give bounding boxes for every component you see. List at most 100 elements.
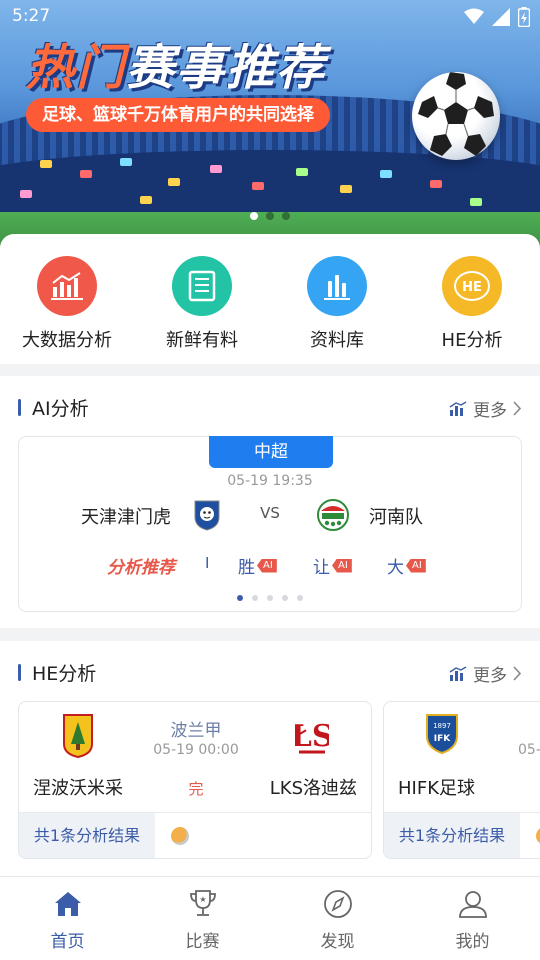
bottom-tab-bar: 首页 ★ 比赛 发现 我的 (0, 876, 540, 960)
chevron-right-icon (513, 401, 522, 416)
status-time: 5:27 (12, 6, 51, 26)
quick-item-news[interactable]: 新鲜有料 (142, 256, 262, 352)
analysis-count: 共1条分析结果 (384, 813, 520, 858)
tab-match[interactable]: ★ 比赛 (135, 887, 270, 952)
recommend-item-label: 胜 (238, 558, 255, 578)
tab-label: 比赛 (185, 932, 220, 952)
status-icons (464, 7, 530, 27)
more-label: 更多 (473, 401, 507, 421)
analyst-avatar (536, 827, 540, 845)
chevron-right-icon (513, 666, 522, 681)
ai-match-card[interactable]: 中超 05-19 19:35 天津津门虎 VS 河南队 分析推荐 I 胜 AI … (18, 436, 522, 612)
card-footer: 共1条分析结果 (384, 812, 540, 858)
he-match-card[interactable]: 波兰甲 05-19 00:00 ŁS 涅波沃米采 完 LKS洛迪兹 共1条分析结… (18, 701, 372, 859)
recommend-label: 分析推荐 (107, 558, 175, 578)
stats-icon (449, 665, 467, 681)
he-match-card[interactable]: 1897 IFK 05- HIFK足球 共1条分析结果 (383, 701, 540, 859)
section-title: HE分析 (32, 663, 97, 685)
quick-item-label: 新鲜有料 (166, 330, 238, 351)
quick-item-database[interactable]: 资料库 (277, 256, 397, 352)
tab-mine[interactable]: 我的 (405, 887, 540, 952)
he-badge-icon: HE (442, 256, 502, 316)
recommend-over[interactable]: 大 AI (387, 553, 426, 578)
vs-label: VS (260, 504, 280, 522)
recommend-separator: I (205, 554, 210, 572)
crowd-flag (40, 160, 52, 168)
crowd-flag (210, 165, 222, 173)
bar-chart-icon (307, 256, 367, 316)
quick-menu: 大数据分析 新鲜有料 资料库 HE HE分析 (0, 234, 540, 364)
quick-item-label: 大数据分析 (22, 330, 112, 351)
svg-text:IFK: IFK (434, 734, 451, 744)
hero-banner[interactable]: 热门赛事推荐 足球、篮球千万体育用户的共同选择 (0, 0, 540, 250)
crowd-flag (168, 178, 180, 186)
home-team-name: HIFK足球 (398, 778, 476, 799)
pager-dot[interactable] (252, 595, 258, 601)
crowd-flag (120, 158, 132, 166)
crowd-flag (470, 198, 482, 206)
tab-home[interactable]: 首页 (0, 887, 135, 952)
crowd-flag (430, 180, 442, 188)
crowd-flag (20, 190, 32, 198)
stats-icon (449, 400, 467, 416)
banner-title-highlight: 热门 (26, 40, 127, 96)
section-title: AI分析 (32, 398, 89, 420)
crowd-flag (80, 170, 92, 178)
pager-dot[interactable] (267, 595, 273, 601)
pager-dot[interactable] (237, 595, 243, 601)
more-link[interactable]: 更多 (449, 661, 522, 686)
svg-text:★: ★ (199, 895, 206, 904)
banner-subtitle: 足球、篮球千万体育用户的共同选择 (26, 98, 330, 132)
banner-dot[interactable] (282, 212, 290, 220)
banner-title: 热门赛事推荐 (26, 28, 326, 98)
recommend-item-label: 大 (387, 558, 404, 578)
home-icon (0, 887, 135, 921)
tab-label: 首页 (50, 932, 85, 952)
card-pagination (19, 595, 521, 601)
ai-tag-badge: AI (257, 558, 277, 573)
analyst-avatar (171, 827, 189, 845)
tab-label: 我的 (455, 932, 490, 952)
league-tag: 中超 (209, 436, 333, 468)
pager-dot[interactable] (282, 595, 288, 601)
trophy-icon: ★ (135, 887, 270, 921)
compass-icon (270, 887, 405, 921)
card-footer: 共1条分析结果 (19, 812, 371, 858)
crowd-flag (252, 182, 264, 190)
soccer-ball-icon (412, 72, 500, 160)
status-bar: 5:27 (0, 0, 540, 34)
he-analysis-section: HE分析 更多 波兰甲 05-19 00:00 ŁS 涅波沃米采 完 LKS洛迪… (0, 641, 540, 876)
quick-item-label: 资料库 (310, 330, 364, 351)
svg-text:1897: 1897 (433, 722, 451, 730)
pager-dot[interactable] (297, 595, 303, 601)
banner-pagination (0, 212, 540, 220)
quick-item-big-data[interactable]: 大数据分析 (7, 256, 127, 352)
recommend-handicap[interactable]: 让 AI (313, 553, 352, 578)
signal-icon (492, 8, 510, 26)
away-team-name: 河南队 (369, 507, 423, 528)
away-team-logo: ŁS (295, 719, 329, 754)
section-header: AI分析 更多 (18, 376, 522, 436)
tab-discover[interactable]: 发现 (270, 887, 405, 952)
user-icon (405, 887, 540, 921)
match-time: 05-19 19:35 (227, 473, 313, 489)
recommend-win[interactable]: 胜 AI (238, 553, 277, 578)
crowd-flag (296, 168, 308, 176)
news-icon (172, 256, 232, 316)
away-team-name: LKS洛迪兹 (269, 778, 357, 799)
tab-label: 发现 (320, 932, 355, 952)
svg-text:ŁS: ŁS (295, 719, 329, 754)
svg-text:HE: HE (462, 280, 482, 295)
ai-tag-badge: AI (406, 558, 426, 573)
quick-item-he-analysis[interactable]: HE HE分析 (412, 256, 532, 352)
quick-item-label: HE分析 (441, 330, 503, 351)
crowd-flag (380, 170, 392, 178)
section-accent-bar (18, 664, 21, 681)
more-link[interactable]: 更多 (449, 396, 522, 421)
ai-tag-badge: AI (332, 558, 352, 573)
banner-dot[interactable] (266, 212, 274, 220)
home-team-logo: 1897 IFK (426, 714, 458, 754)
banner-dot[interactable] (250, 212, 258, 220)
more-label: 更多 (473, 666, 507, 686)
battery-icon (518, 7, 530, 27)
